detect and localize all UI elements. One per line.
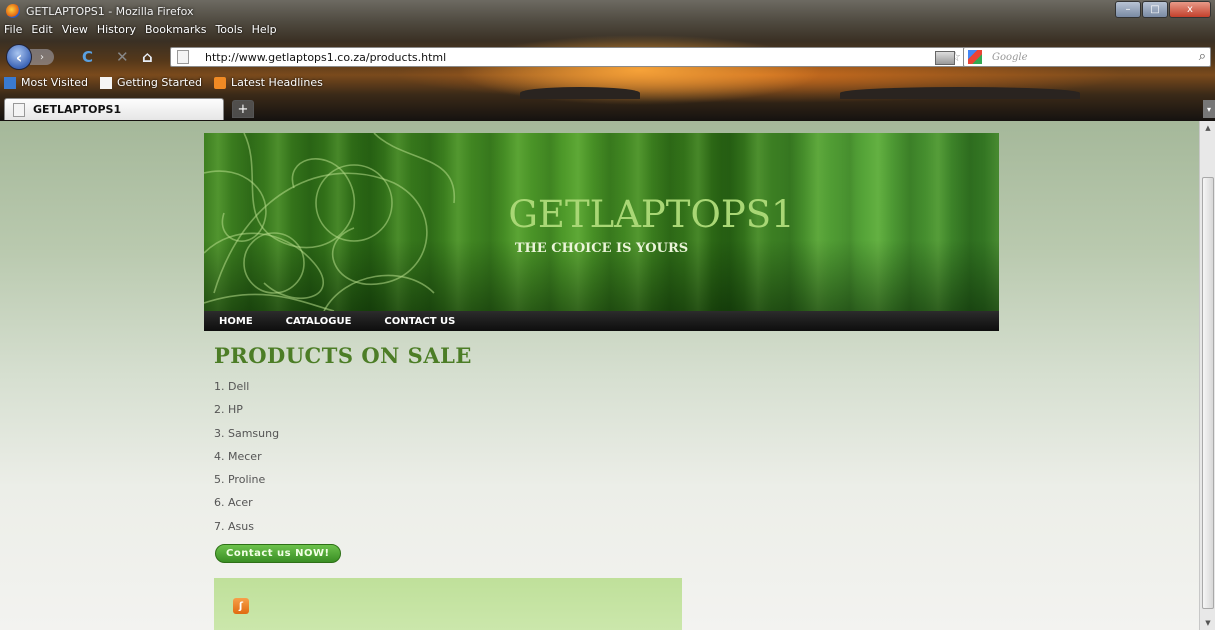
scroll-thumb[interactable] — [1202, 177, 1214, 609]
list-item: 2. HP — [214, 403, 243, 417]
rss-icon[interactable]: ʃ — [233, 598, 249, 614]
scroll-down-icon[interactable]: ▼ — [1200, 616, 1215, 630]
nav-contact-link[interactable]: CONTACT US — [384, 316, 455, 327]
most-visited-icon — [4, 76, 16, 89]
vertical-scrollbar[interactable]: ▲ ▼ — [1199, 121, 1215, 630]
address-bar[interactable]: http://www.getlaptops1.co.za/products.ht… — [170, 47, 1040, 67]
navigation-toolbar: › ‹ C ✕ ⌂ http://www.getlaptops1.co.za/p… — [0, 42, 1215, 70]
search-placeholder[interactable]: Google — [992, 52, 1028, 63]
url-text[interactable]: http://www.getlaptops1.co.za/products.ht… — [205, 51, 446, 64]
search-icon[interactable]: ⌕ — [1199, 49, 1206, 64]
tab-label: GETLAPTOPS1 — [33, 103, 122, 116]
google-icon[interactable] — [968, 50, 982, 64]
window-controls: – □ x — [1114, 1, 1211, 18]
scroll-up-icon[interactable]: ▲ — [1200, 121, 1215, 135]
close-button[interactable]: x — [1169, 1, 1211, 18]
reload-icon[interactable]: C — [82, 48, 93, 66]
menu-bookmarks[interactable]: Bookmarks — [145, 23, 206, 36]
rss-feed-icon — [214, 76, 226, 89]
tab-list-button[interactable]: ▾ — [1203, 100, 1215, 118]
site-nav: HOME CATALOGUE CONTACT US — [204, 311, 999, 331]
stop-icon[interactable]: ✕ — [116, 48, 129, 66]
title-bar: GETLAPTOPS1 - Mozilla Firefox – □ x — [0, 0, 1215, 22]
product-list: 1. Dell 2. HP 3. Samsung 4. Mecer 5. Pro… — [214, 379, 714, 542]
menu-history[interactable]: History — [97, 23, 136, 36]
menu-view[interactable]: View — [62, 23, 88, 36]
menu-bar: File Edit View History Bookmarks Tools H… — [4, 23, 277, 36]
firefox-icon — [6, 4, 20, 18]
footer-box: ʃ — [214, 578, 682, 630]
window-title: GETLAPTOPS1 - Mozilla Firefox — [26, 4, 194, 18]
nav-home-link[interactable]: HOME — [219, 316, 253, 327]
nav-catalogue-link[interactable]: CATALOGUE — [286, 316, 352, 327]
home-icon[interactable]: ⌂ — [142, 48, 153, 66]
tab-strip: GETLAPTOPS1 + ▾ — [0, 98, 1215, 121]
maximize-button[interactable]: □ — [1142, 1, 1168, 18]
page-icon — [177, 50, 189, 64]
browser-chrome: GETLAPTOPS1 - Mozilla Firefox – □ x File… — [0, 0, 1215, 121]
page-icon — [13, 102, 25, 117]
search-bar[interactable]: Google ⌕ — [963, 47, 1211, 67]
list-item: 1. Dell — [214, 380, 250, 393]
back-button[interactable]: ‹ — [6, 44, 32, 70]
tab-getlaptops1[interactable]: GETLAPTOPS1 — [4, 98, 224, 120]
menu-help[interactable]: Help — [252, 23, 277, 36]
contact-us-now-button[interactable]: Contact us NOW! — [215, 544, 341, 564]
bookmark-latest-headlines[interactable]: Latest Headlines — [214, 76, 323, 89]
menu-tools[interactable]: Tools — [215, 23, 242, 36]
bookmarks-toolbar: Most Visited Getting Started Latest Head… — [4, 76, 329, 89]
menu-edit[interactable]: Edit — [31, 23, 52, 36]
forward-button[interactable]: › — [30, 49, 54, 65]
page-viewport: GETLAPTOPS1 THE CHOICE IS YOURS HOME CAT… — [0, 121, 1199, 630]
site-title: GETLAPTOPS1 — [508, 193, 795, 236]
list-item: 5. Proline — [214, 473, 266, 487]
new-tab-button[interactable]: + — [232, 100, 254, 118]
page-icon — [99, 76, 112, 89]
bookmark-most-visited[interactable]: Most Visited — [4, 76, 88, 89]
bookmark-label: Most Visited — [21, 76, 88, 89]
main-content: PRODUCTS ON SALE 1. Dell 2. HP 3. Samsun… — [214, 343, 714, 564]
bookmark-label: Latest Headlines — [231, 76, 323, 89]
minimize-button[interactable]: – — [1115, 1, 1141, 18]
list-item: 7. Asus — [214, 519, 254, 533]
site-banner: GETLAPTOPS1 THE CHOICE IS YOURS — [204, 133, 999, 311]
bookmark-label: Getting Started — [116, 76, 202, 89]
bookmark-getting-started[interactable]: Getting Started — [99, 76, 202, 89]
menu-file[interactable]: File — [4, 23, 22, 36]
toolbar-addon-icon[interactable] — [935, 51, 955, 65]
list-item: 4. Mecer — [214, 449, 262, 463]
list-item: 6. Acer — [214, 496, 253, 510]
list-item: 3. Samsung — [214, 426, 280, 440]
site-tagline: THE CHOICE IS YOURS — [514, 241, 689, 256]
products-heading: PRODUCTS ON SALE — [214, 343, 472, 368]
